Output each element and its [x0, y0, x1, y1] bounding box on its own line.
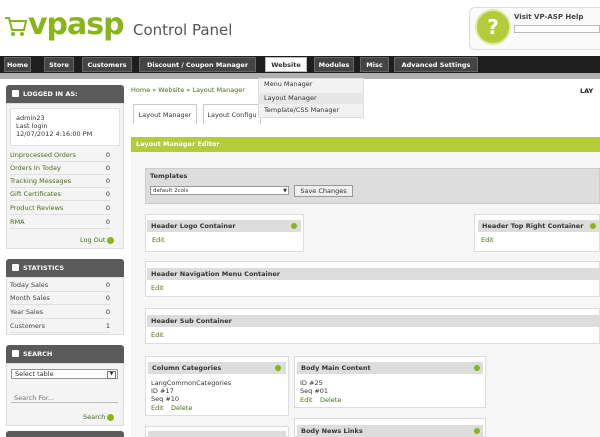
column-categories-name: LangCommonCategories: [151, 379, 232, 387]
templates-label: Templates: [150, 172, 188, 180]
status-dot-icon: [275, 365, 281, 371]
chart-icon: [12, 264, 19, 271]
search-header: SEARCH: [6, 345, 124, 363]
nav-tab-store[interactable]: Store: [44, 57, 74, 72]
status-dot-icon: [590, 223, 596, 229]
search-table-select[interactable]: Select table ▼: [11, 369, 118, 379]
header-nav-edit-link[interactable]: Edit: [151, 284, 164, 292]
logout-link[interactable]: Log Out: [80, 236, 115, 244]
header-sub-edit-link[interactable]: Edit: [151, 331, 164, 339]
logo-text: vpasp: [28, 7, 125, 42]
template-select[interactable]: default 2cols ▼: [150, 186, 289, 195]
nav-tab-discount[interactable]: Discount / Coupon Manager: [139, 57, 256, 72]
tab-layout-configuration[interactable]: Layout Configu: [203, 104, 261, 124]
status-dot-icon: [291, 223, 297, 229]
nav-tab-misc[interactable]: Misc: [360, 57, 389, 72]
body-news-title: Body News Links: [297, 425, 483, 437]
search-input[interactable]: [11, 393, 118, 403]
tab-layout-manager[interactable]: Layout Manager: [133, 104, 197, 124]
user-icon: [12, 90, 19, 97]
column-categories-id: ID #17: [151, 387, 174, 395]
sidebar-row-product-reviews[interactable]: Product Reviews 0: [10, 202, 110, 215]
breadcrumb[interactable]: Home » Website » Layout Manager: [131, 86, 245, 94]
sidebar-row-unprocessed-orders[interactable]: Unprocessed Orders 0: [10, 149, 110, 162]
column-categories-seq: Seq #10: [151, 395, 180, 403]
column-categories-title: Column Categories: [148, 362, 286, 374]
body-main-edit-link[interactable]: Edit: [300, 396, 313, 404]
nav-tab-website[interactable]: Website: [265, 57, 307, 72]
body-main-title: Body Main Content: [297, 362, 483, 374]
stat-row-today-sales: Today Sales 0: [10, 279, 110, 292]
next-panel-header: [6, 431, 124, 437]
last-login-label: Last login: [16, 122, 48, 130]
header-logo-container-title: Header Logo Container: [147, 220, 301, 232]
arrow-right-icon: [107, 413, 115, 421]
logged-in-header: LOGGED IN AS:: [6, 85, 124, 103]
status-dot-icon: [474, 428, 480, 434]
statistics-header: STATISTICS: [6, 259, 124, 277]
search-icon: [12, 350, 19, 357]
sidebar-row-gift-certificates[interactable]: Gift Certificates 0: [10, 188, 110, 201]
user-name: admin23: [16, 114, 45, 122]
sidebar-row-orders-in-today[interactable]: Orders In Today 0: [10, 162, 110, 175]
help-question-icon[interactable]: ?: [477, 11, 509, 43]
menu-item-template-css-manager[interactable]: Template/CSS Manager: [264, 106, 339, 114]
header-logo-edit-link[interactable]: Edit: [152, 236, 165, 244]
sidebar-row-rma[interactable]: RMA 0: [10, 216, 110, 229]
header-top-right-edit-link[interactable]: Edit: [481, 236, 494, 244]
column-categories-delete-link[interactable]: Delete: [171, 404, 192, 412]
help-link[interactable]: Visit VP-ASP Help: [514, 13, 583, 21]
cart-logo-icon: [5, 17, 28, 36]
status-dot-icon: [474, 365, 480, 371]
body-main-id: ID #25: [300, 379, 323, 387]
chevron-down-icon: ▼: [283, 188, 287, 194]
header-nav-container-title: Header Navigation Menu Container: [147, 268, 600, 280]
help-search-input[interactable]: [514, 25, 600, 33]
page-heading-cut: LAY: [580, 87, 594, 95]
editor-title-bar: Layout Manager Editor: [131, 137, 600, 152]
last-login-value: 12/07/2012 4:16:00 PM: [16, 130, 93, 138]
body-main-delete-link[interactable]: Delete: [320, 396, 341, 404]
chevron-down-icon: ▼: [107, 371, 116, 379]
header-sub-container-title: Header Sub Container: [147, 315, 600, 327]
page-title: Control Panel: [133, 21, 233, 39]
body-main-seq: Seq #01: [300, 387, 329, 395]
nav-tab-modules[interactable]: Modules: [314, 57, 354, 72]
nav-tab-customers[interactable]: Customers: [82, 57, 132, 72]
nav-tab-advanced-settings[interactable]: Advanced Settings: [394, 57, 478, 72]
menu-item-layout-manager[interactable]: Layout Manager: [258, 93, 364, 104]
stat-row-year-sales: Year Sales 0: [10, 306, 110, 319]
menu-item-menu-manager[interactable]: Menu Manager: [264, 80, 312, 88]
search-button[interactable]: Search: [83, 413, 115, 421]
nav-tab-home[interactable]: Home: [4, 57, 31, 72]
stat-row-month-sales: Month Sales 0: [10, 292, 110, 305]
arrow-right-icon: [107, 236, 115, 244]
stat-row-customers: Customers 1: [10, 320, 110, 333]
sidebar-row-tracking-messages[interactable]: Tracking Messages 0: [10, 175, 110, 188]
header-top-right-title: Header Top Right Container: [478, 220, 600, 232]
column-categories-edit-link[interactable]: Edit: [151, 404, 164, 412]
save-changes-button[interactable]: Save Changes: [294, 185, 353, 197]
column-container-partial-title: [148, 431, 286, 437]
